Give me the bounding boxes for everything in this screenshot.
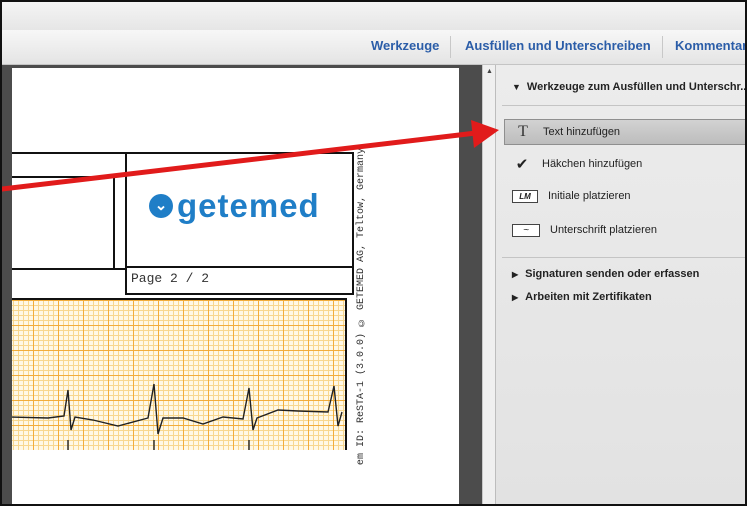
arrow-shaft [2, 130, 479, 192]
app-window: Werkzeuge Ausfüllen und Unterschreiben K… [0, 0, 747, 506]
annotation-arrow [2, 120, 499, 192]
arrow-head-icon [471, 120, 499, 148]
